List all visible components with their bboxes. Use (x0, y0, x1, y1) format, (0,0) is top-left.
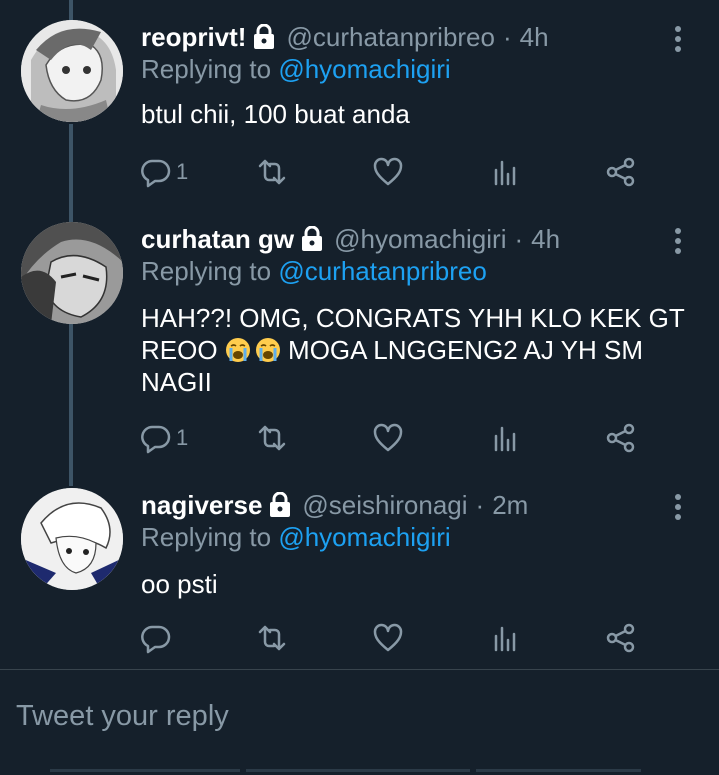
display-name[interactable]: reoprivt! (141, 22, 246, 53)
reply-count: 1 (176, 425, 189, 450)
separator-dot: · (475, 489, 485, 520)
tweet[interactable]: reoprivt! @curhatanpribreo · 4h Replying… (0, 20, 719, 200)
replying-to-label: Replying to (141, 256, 272, 286)
display-name[interactable]: nagiverse (141, 490, 262, 521)
reply-icon (141, 425, 171, 454)
replying-to-label: Replying to (141, 522, 272, 552)
tweet-text: oo psti (141, 569, 218, 599)
replying-to-handle[interactable]: @hyomachigiri (278, 522, 450, 552)
share-icon (606, 157, 635, 187)
tweet[interactable]: curhatan gw @hyomachigiri · 4h Replying … (0, 222, 719, 482)
replying-to: Replying to @hyomachigiri (141, 522, 451, 553)
like-button[interactable] (372, 152, 404, 192)
compose-divider (0, 669, 719, 670)
like-button[interactable] (372, 618, 404, 658)
replying-to: Replying to @curhatanpribreo (141, 256, 487, 287)
more-options-icon[interactable] (668, 24, 688, 54)
tweet-text: HAH??! OMG, CONGRATS YHH KLO KEK GT REOO… (141, 302, 701, 398)
reply-count: 1 (176, 159, 189, 184)
more-options-icon[interactable] (668, 226, 688, 256)
analytics-button[interactable] (490, 618, 522, 658)
tweet-actions: 1 (0, 418, 719, 458)
retweet-button[interactable] (256, 152, 288, 192)
reply-button[interactable]: 1 (140, 152, 188, 192)
retweet-icon (258, 625, 286, 651)
avatar-image-icon (21, 488, 123, 590)
reply-compose-input[interactable]: Tweet your reply (16, 700, 229, 733)
tweet[interactable]: nagiverse @seishironagi · 2m Replying to… (0, 488, 719, 663)
retweet-button[interactable] (256, 418, 288, 458)
tweet-header: nagiverse @seishironagi · 2m (141, 488, 528, 522)
analytics-button[interactable] (490, 418, 522, 458)
avatar[interactable] (21, 488, 123, 590)
reply-icon (141, 159, 171, 188)
heart-icon (373, 423, 403, 452)
tweet-text: btul chii, 100 buat anda (141, 99, 410, 129)
compose-toolbar (0, 765, 719, 775)
replying-to-label: Replying to (141, 54, 272, 84)
retweet-icon (258, 159, 286, 185)
retweet-button[interactable] (256, 618, 288, 658)
loudly-crying-face-icon (225, 338, 250, 362)
share-icon (606, 423, 635, 453)
avatar[interactable] (21, 222, 123, 324)
avatar[interactable] (21, 20, 123, 122)
replying-to-handle[interactable]: @hyomachigiri (278, 54, 450, 84)
display-name[interactable]: curhatan gw (141, 224, 294, 255)
timestamp[interactable]: 2m (492, 490, 528, 521)
share-icon (606, 623, 635, 653)
share-button[interactable] (605, 618, 637, 658)
loudly-crying-face-icon (255, 338, 280, 362)
share-button[interactable] (605, 418, 637, 458)
analytics-icon (494, 426, 516, 452)
more-options-icon[interactable] (668, 492, 688, 522)
tweet-actions: 1 (0, 152, 719, 192)
replying-to-handle[interactable]: @curhatanpribreo (278, 256, 487, 286)
reply-button[interactable] (140, 618, 176, 658)
handle[interactable]: @curhatanpribreo (286, 22, 495, 53)
analytics-icon (494, 160, 516, 186)
handle[interactable]: @seishironagi (302, 490, 467, 521)
retweet-icon (258, 425, 286, 451)
reply-button[interactable]: 1 (140, 418, 188, 458)
toolbar-segment (476, 769, 641, 772)
heart-icon (373, 623, 403, 652)
separator-dot: · (502, 21, 512, 52)
toolbar-segment (50, 769, 240, 772)
heart-icon (373, 157, 403, 186)
reply-icon (141, 625, 171, 654)
analytics-button[interactable] (490, 152, 522, 192)
lock-icon (302, 226, 323, 251)
tweet-actions (0, 618, 719, 658)
toolbar-segment (246, 769, 470, 772)
timestamp[interactable]: 4h (531, 224, 560, 255)
avatar-image-icon (21, 222, 123, 324)
share-button[interactable] (605, 152, 637, 192)
tweet-header: reoprivt! @curhatanpribreo · 4h (141, 20, 549, 54)
thread: reoprivt! @curhatanpribreo · 4h Replying… (0, 0, 719, 670)
timestamp[interactable]: 4h (520, 22, 549, 53)
thread-connector-line (69, 0, 73, 20)
like-button[interactable] (372, 418, 404, 458)
separator-dot: · (514, 223, 524, 254)
lock-icon (254, 24, 275, 49)
avatar-image-icon (21, 20, 123, 122)
tweet-header: curhatan gw @hyomachigiri · 4h (141, 222, 560, 256)
analytics-icon (494, 626, 516, 652)
replying-to: Replying to @hyomachigiri (141, 54, 451, 85)
lock-icon (270, 492, 291, 517)
handle[interactable]: @hyomachigiri (334, 224, 506, 255)
